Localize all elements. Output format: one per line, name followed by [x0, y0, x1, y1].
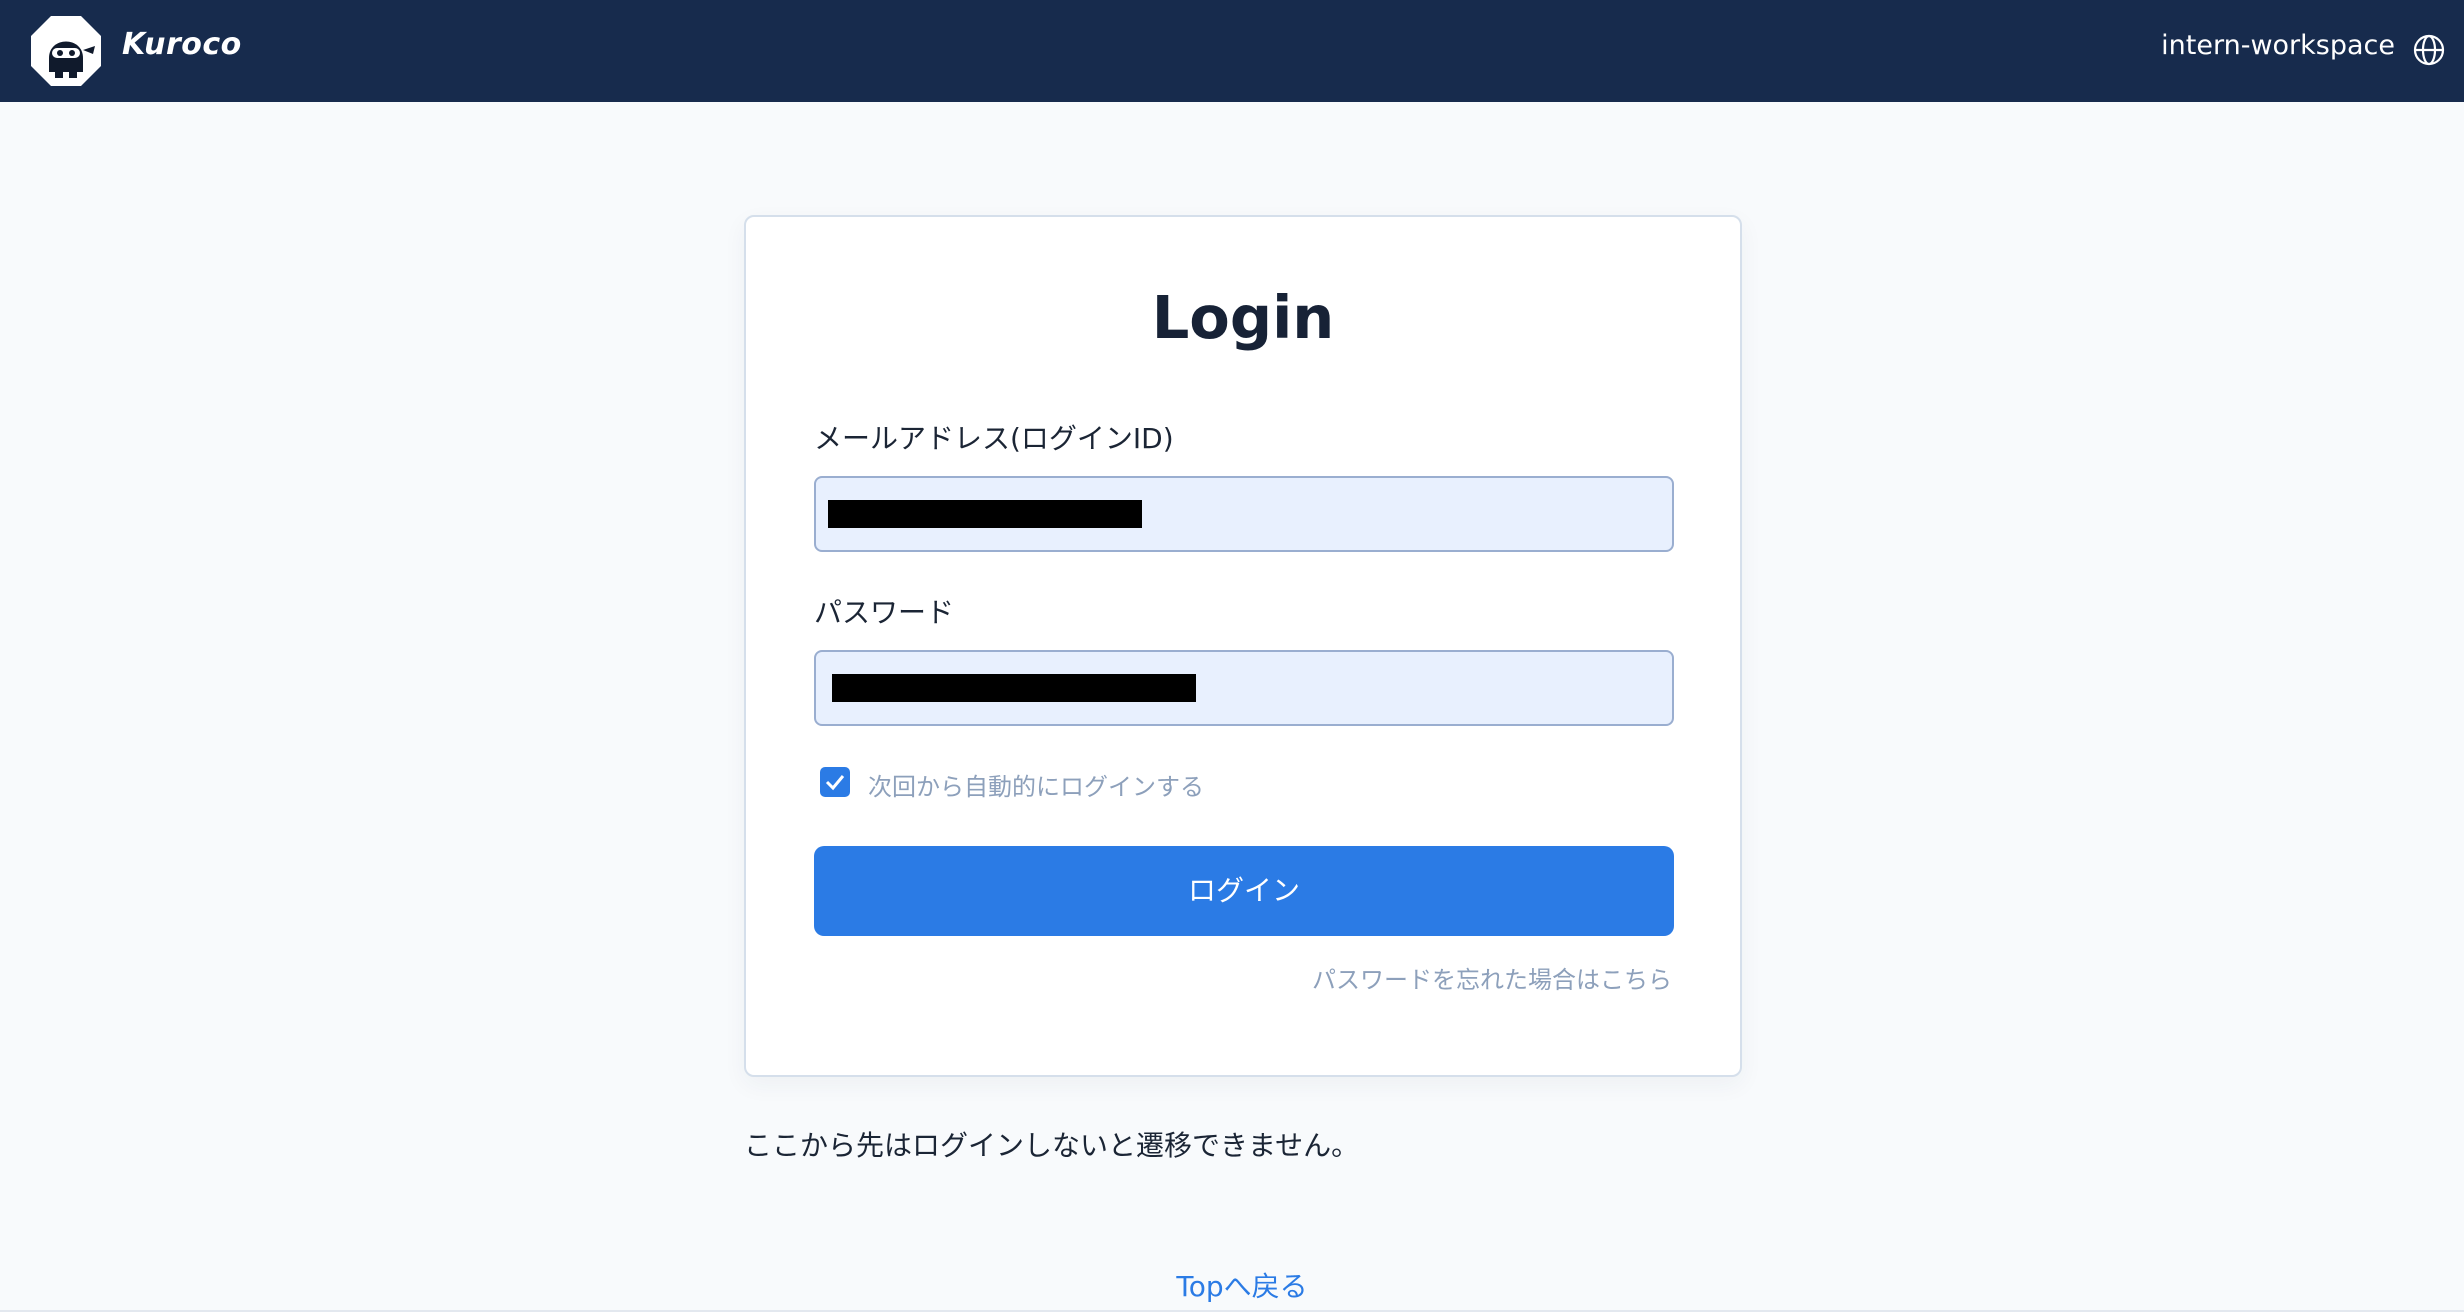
password-label: パスワード: [814, 596, 955, 629]
workspace-name: intern-workspace: [2161, 30, 2395, 61]
back-to-top-link[interactable]: Topへ戻る: [0, 1265, 2464, 1305]
globe-icon[interactable]: [2412, 33, 2446, 67]
email-field[interactable]: [814, 476, 1674, 552]
forgot-password-link[interactable]: パスワードを忘れた場合はこちら: [1312, 960, 1672, 995]
remember-me-checkbox[interactable]: [820, 767, 850, 797]
login-button[interactable]: ログイン: [814, 846, 1674, 936]
redacted-password-value: [832, 674, 1196, 702]
login-card: Login メールアドレス(ログインID) パスワード 次回から自動的にログイン…: [744, 215, 1742, 1077]
app-header: Kuroco intern-workspace: [0, 0, 2464, 102]
redacted-email-value: [828, 500, 1142, 528]
email-label: メールアドレス(ログインID): [814, 422, 1174, 455]
ninja-mascot-icon[interactable]: [29, 14, 103, 88]
login-required-notice: ここから先はログインしないと遷移できません。: [744, 1129, 1360, 1162]
password-field[interactable]: [814, 650, 1674, 726]
brand-name[interactable]: Kuroco: [122, 27, 242, 62]
checkmark-icon: [825, 775, 845, 791]
login-title: Login: [1151, 283, 1335, 352]
remember-me-label[interactable]: 次回から自動的にログインする: [868, 767, 1204, 802]
